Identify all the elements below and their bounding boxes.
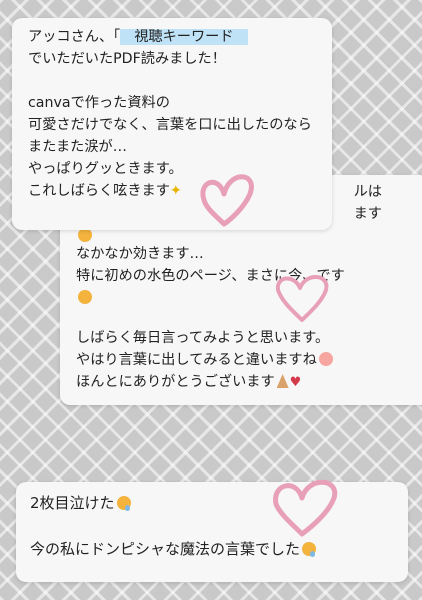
laughing-emoji-icon [78,290,92,304]
keyword-highlight: 視聴キーワード [120,29,248,45]
message-line: やはり言葉に出してみると違いますね [76,349,333,371]
message-text: しばらく毎日言ってみようと思います。 [76,330,330,346]
folded-hands-icon [276,374,289,388]
message-text: 特に初めの水色のページ、まさに今、です [76,268,345,284]
message-text: 今の私にドンピシャな魔法の言葉でした [30,540,301,558]
message-line: ほんとにありがとうございます ♥ [76,371,301,394]
message-line: でいただいたPDF読みました！ [28,51,226,67]
message-line: canvaで作った資料の [28,95,170,111]
sparkles-icon: ✦ [169,183,182,199]
message-text: なかなか効きます… [76,246,204,262]
message-line: 可愛さだけでなく、言葉を口に出したのなら [28,117,312,133]
message-text: ほんとにありがとうございます [76,374,275,390]
partial-text-line: ます [353,206,382,222]
message-line: やっぱりグッときます。 [28,161,183,177]
message-bubble-top: アッコさん、「 視聴キーワード でいただいたPDF読みました！ canvaで作った… [12,18,332,230]
message-bubble-bottom: 2枚目泣けた 今の私にドンピシャな魔法の言葉でした [16,482,408,582]
greeting-text: アッコさん、「 [28,29,121,45]
message-text: 2枚目泣けた [30,494,115,512]
message-line: 2枚目泣けた [30,492,131,514]
message-line: これしばらく呟きます✦ [28,180,182,202]
message-line: 特に初めの水色のページ、まさに今、です [76,265,345,287]
laughing-emoji-icon [78,228,92,242]
message-text: これしばらく呟きます [28,183,170,199]
message-line: 今の私にドンピシャな魔法の言葉でした [30,538,317,560]
partial-text-line: ルは [353,184,382,200]
message-text: やはり言葉に出してみると違いますね [76,352,317,368]
message-line: しばらく毎日言ってみようと思います。 [76,327,329,349]
message-line: またまた涙が… [28,139,127,155]
emoji-line [76,287,92,309]
crying-emoji-icon [302,542,317,557]
hearts-icon: ♥ [289,375,302,390]
message-line: なかなか効きます… [76,243,204,265]
crying-emoji-icon [116,496,131,511]
message-line: アッコさん、「 視聴キーワード [28,26,248,48]
smiling-emoji-icon [318,352,333,366]
